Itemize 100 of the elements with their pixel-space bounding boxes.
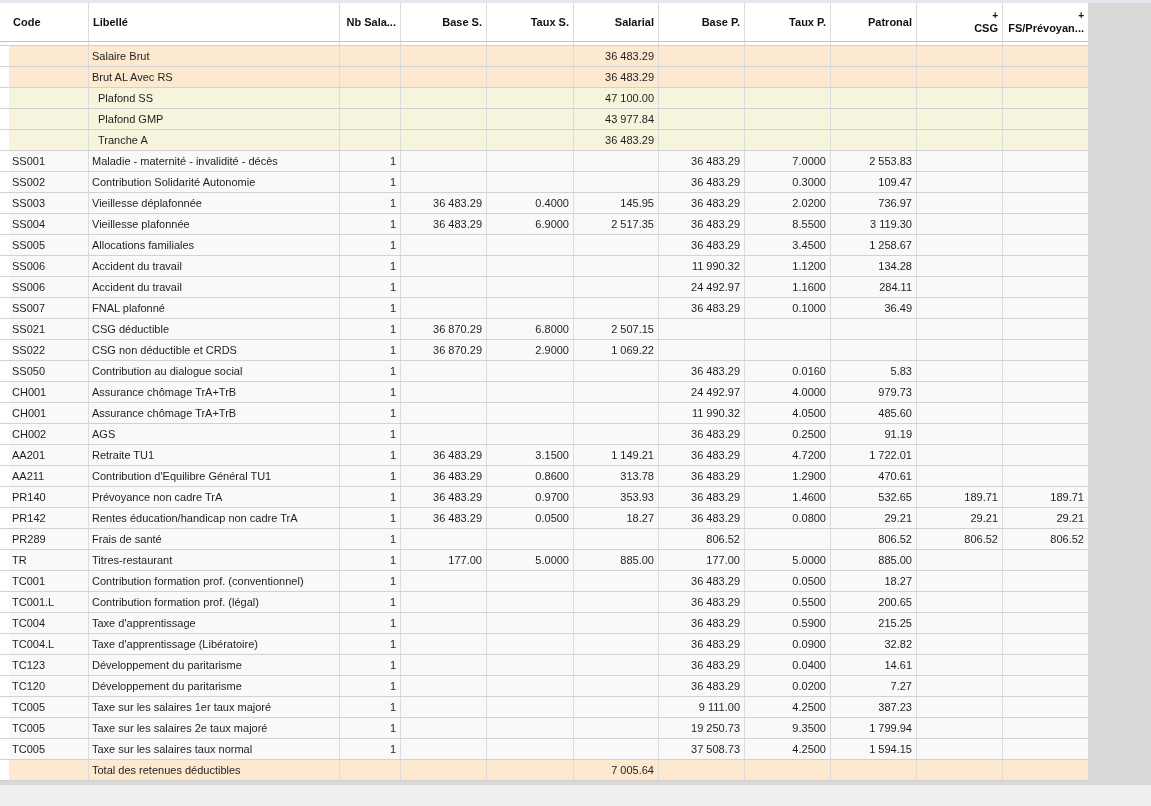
table-cell: 18.27 xyxy=(574,508,659,528)
table-cell: PR289 xyxy=(9,529,89,549)
table-cell: Taxe sur les salaires taux normal xyxy=(89,739,340,759)
table-cell: SS021 xyxy=(9,319,89,339)
table-row[interactable]: SS006 Accident du travail 1 24 492.97 1.1600 284.11 xyxy=(0,277,1089,298)
table-row[interactable]: TC001.L Contribution formation prof. (légal) 1 36 483.29 0.5500 200.65 xyxy=(0,592,1089,613)
table-row[interactable]: SS001 Maladie - maternité - invalidité - décès 1 36 483.29 7.0000 2 553.83 xyxy=(0,151,1089,172)
table-cell: 1 xyxy=(340,340,401,360)
table-cell: 470.61 xyxy=(831,466,917,486)
table-cell: CH002 xyxy=(9,424,89,444)
table-cell: CH001 xyxy=(9,382,89,402)
table-cell: 1 xyxy=(340,739,401,759)
column-header[interactable]: + FS/Prévoyan... xyxy=(1003,3,1089,41)
column-header[interactable]: Taux S. xyxy=(487,3,574,41)
table-cell: 36 483.29 xyxy=(659,172,745,192)
table-cell: 36 483.29 xyxy=(659,151,745,171)
table-row[interactable]: TC001 Contribution formation prof. (conventionnel) 1 36 483.29 0.0500 18.27 xyxy=(0,571,1089,592)
table-cell: CH001 xyxy=(9,403,89,423)
table-row[interactable]: Tranche A 36 483.29 xyxy=(0,130,1089,151)
table-row[interactable]: TR Titres-restaurant 1 177.00 5.0000 885.00 177.00 5.0000 885.00 xyxy=(0,550,1089,571)
table-cell: 5.0000 xyxy=(745,550,831,570)
table-cell: 32.82 xyxy=(831,634,917,654)
table-row[interactable]: SS021 CSG déductible 1 36 870.29 6.8000 2 507.15 xyxy=(0,319,1089,340)
expand-toggle[interactable]: + xyxy=(1078,9,1084,21)
table-row[interactable]: TC004 Taxe d'apprentissage 1 36 483.29 0.5900 215.25 xyxy=(0,613,1089,634)
table-cell: 24 492.97 xyxy=(659,382,745,402)
table-cell: 9 111.00 xyxy=(659,697,745,717)
column-header[interactable]: Patronal xyxy=(831,3,917,41)
table-row[interactable]: SS022 CSG non déductible et CRDS 1 36 870.29 2.9000 1 069.22 xyxy=(0,340,1089,361)
table-row[interactable]: CH002 AGS 1 36 483.29 0.2500 91.19 xyxy=(0,424,1089,445)
table-cell: 1 149.21 xyxy=(574,445,659,465)
table-cell: TC120 xyxy=(9,676,89,696)
column-header[interactable]: + CSG xyxy=(917,3,1003,41)
table-row[interactable]: Salaire Brut 36 483.29 xyxy=(0,46,1089,67)
table-cell: 1 xyxy=(340,445,401,465)
table-row[interactable]: AA201 Retraite TU1 1 36 483.29 3.1500 1 149.21 36 483.29 4.7200 1 722.01 xyxy=(0,445,1089,466)
column-header[interactable]: Taux P. xyxy=(745,3,831,41)
table-row[interactable]: CH001 Assurance chômage TrA+TrB 1 11 990.32 4.0500 485.60 xyxy=(0,403,1089,424)
column-header[interactable]: Nb Sala... xyxy=(340,3,401,41)
table-row[interactable]: PR142 Rentes éducation/handicap non cadre TrA 1 36 483.29 0.0500 18.27 36 483.29 0.0800 29.21 29.21 29.21 xyxy=(0,508,1089,529)
table-cell: SS003 xyxy=(9,193,89,213)
table-cell: 24 492.97 xyxy=(659,277,745,297)
table-cell: 36 483.29 xyxy=(574,46,659,66)
table-cell: SS006 xyxy=(9,256,89,276)
table-cell: 1 xyxy=(340,319,401,339)
table-cell: 29.21 xyxy=(1003,508,1089,528)
table-cell: 36 483.29 xyxy=(574,67,659,87)
column-header[interactable]: Salarial xyxy=(574,3,659,41)
expand-toggle[interactable]: + xyxy=(992,9,998,21)
table-row[interactable]: SS005 Allocations familiales 1 36 483.29 3.4500 1 258.67 xyxy=(0,235,1089,256)
table-row[interactable]: Plafond GMP 43 977.84 xyxy=(0,109,1089,130)
table-row[interactable]: SS004 Vieillesse plafonnée 1 36 483.29 6.9000 2 517.35 36 483.29 8.5500 3 119.30 xyxy=(0,214,1089,235)
table-row[interactable]: SS006 Accident du travail 1 11 990.32 1.1200 134.28 xyxy=(0,256,1089,277)
table-cell: 1 xyxy=(340,592,401,612)
table-cell: 6.9000 xyxy=(487,214,574,234)
table-row[interactable]: PR140 Prévoyance non cadre TrA 1 36 483.29 0.9700 353.93 36 483.29 1.4600 532.65 189.71 189.71 xyxy=(0,487,1089,508)
table-row[interactable]: Brut AL Avec RS 36 483.29 xyxy=(0,67,1089,88)
table-cell: PR142 xyxy=(9,508,89,528)
column-header[interactable]: Base P. xyxy=(659,3,745,41)
column-header[interactable]: Base S. xyxy=(401,3,487,41)
table-row[interactable]: Total des retenues déductibles 7 005.64 xyxy=(0,760,1089,781)
table-cell: Vieillesse déplafonnée xyxy=(89,193,340,213)
table-row[interactable]: SS007 FNAL plafonné 1 36 483.29 0.1000 36.49 xyxy=(0,298,1089,319)
table-cell: 1 258.67 xyxy=(831,235,917,255)
table-row[interactable]: TC120 Développement du paritarisme 1 36 483.29 0.0200 7.27 xyxy=(0,676,1089,697)
table-cell: 36 483.29 xyxy=(401,214,487,234)
column-header[interactable]: Libellé xyxy=(89,3,340,41)
table-row[interactable]: TC123 Développement du paritarisme 1 36 483.29 0.0400 14.61 xyxy=(0,655,1089,676)
table-cell: 7 005.64 xyxy=(574,760,659,780)
table-cell: 532.65 xyxy=(831,487,917,507)
table-cell: 0.0900 xyxy=(745,634,831,654)
table-cell: Contribution formation prof. (conventionnel) xyxy=(89,571,340,591)
table-cell: 1 xyxy=(340,172,401,192)
table-row[interactable]: Plafond SS 47 100.00 xyxy=(0,88,1089,109)
table-cell: SS002 xyxy=(9,172,89,192)
table-row[interactable]: SS002 Contribution Solidarité Autonomie 1 36 483.29 0.3000 109.47 xyxy=(0,172,1089,193)
table-row[interactable]: CH001 Assurance chômage TrA+TrB 1 24 492.97 4.0000 979.73 xyxy=(0,382,1089,403)
table-row[interactable]: TC004.L Taxe d'apprentissage (Libératoire) 1 36 483.29 0.0900 32.82 xyxy=(0,634,1089,655)
table-cell: 4.2500 xyxy=(745,697,831,717)
table-row[interactable]: SS003 Vieillesse déplafonnée 1 36 483.29 0.4000 145.95 36 483.29 2.0200 736.97 xyxy=(0,193,1089,214)
table-cell: 0.8600 xyxy=(487,466,574,486)
table-cell: 1 xyxy=(340,508,401,528)
table-cell: 2 507.15 xyxy=(574,319,659,339)
table-row[interactable]: PR289 Frais de santé 1 806.52 806.52 806.52 806.52 xyxy=(0,529,1089,550)
table-cell: TC004 xyxy=(9,613,89,633)
table-cell: 0.0400 xyxy=(745,655,831,675)
table-cell: TC005 xyxy=(9,739,89,759)
table-row[interactable]: TC005 Taxe sur les salaires 1er taux majoré 1 9 111.00 4.2500 387.23 xyxy=(0,697,1089,718)
table-cell: 1.1200 xyxy=(745,256,831,276)
column-header[interactable]: Code xyxy=(9,3,89,41)
table-row[interactable]: TC005 Taxe sur les salaires 2e taux majoré 1 19 250.73 9.3500 1 799.94 xyxy=(0,718,1089,739)
table-cell: SS006 xyxy=(9,277,89,297)
table-row[interactable]: TC005 Taxe sur les salaires taux normal 1 37 508.73 4.2500 1 594.15 xyxy=(0,739,1089,760)
table-row[interactable]: SS050 Contribution au dialogue social 1 36 483.29 0.0160 5.83 xyxy=(0,361,1089,382)
table-cell: 36 483.29 xyxy=(659,613,745,633)
table-row[interactable]: AA211 Contribution d'Equilibre Général TU1 1 36 483.29 0.8600 313.78 36 483.29 1.2900 470.61 xyxy=(0,466,1089,487)
table-cell: Rentes éducation/handicap non cadre TrA xyxy=(89,508,340,528)
table-cell: 200.65 xyxy=(831,592,917,612)
table-cell: 0.0500 xyxy=(487,508,574,528)
table-cell: Taxe sur les salaires 1er taux majoré xyxy=(89,697,340,717)
